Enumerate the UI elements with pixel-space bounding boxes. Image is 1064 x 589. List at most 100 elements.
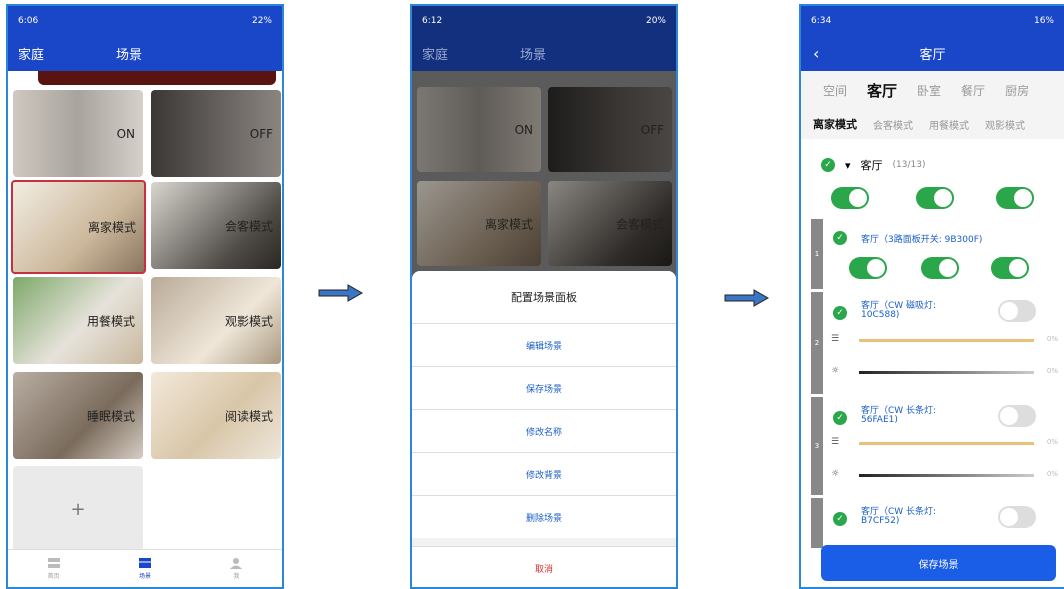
- check-icon[interactable]: ✓: [833, 306, 847, 320]
- color-temp-slider[interactable]: [859, 474, 1034, 477]
- caret-down-icon[interactable]: ▾: [845, 159, 851, 172]
- delete-scene-button[interactable]: 删除场景: [412, 495, 676, 538]
- scene-tile-away: 离家模式: [417, 181, 541, 266]
- app-bar: ‹ 客厅: [801, 35, 1064, 71]
- nav-scene[interactable]: 场景: [99, 550, 190, 587]
- device-row: ✓ 客厅（CW 长条灯: B7CF52): [811, 498, 1064, 548]
- scene-icon: [138, 558, 151, 568]
- brightness-slider[interactable]: [859, 442, 1034, 445]
- device-toggle-1[interactable]: [849, 257, 887, 279]
- brightness-value: 0%: [1046, 335, 1058, 343]
- brightness-slider[interactable]: [859, 339, 1034, 342]
- scene-tile-on[interactable]: ON: [13, 90, 143, 177]
- app-bar: 家庭 场景: [8, 35, 282, 71]
- mode-dining[interactable]: 用餐模式: [929, 117, 969, 132]
- scene-tile-sleep[interactable]: 睡眠模式: [13, 372, 143, 459]
- mode-guest[interactable]: 会客模式: [873, 117, 913, 132]
- sun-icon: ☼: [831, 366, 840, 376]
- device-index: [811, 498, 823, 548]
- scene-tile-guest: 会客模式: [548, 181, 672, 266]
- battery-text: 20%: [645, 15, 666, 26]
- scene-tile-movie[interactable]: 观影模式: [151, 277, 281, 364]
- mode-away[interactable]: 离家模式: [813, 116, 857, 132]
- scene-tile-off: OFF: [548, 87, 672, 172]
- sun-icon: ☼: [831, 469, 840, 479]
- status-bar: 6:34 16%: [801, 6, 1064, 35]
- scene-label: 离家模式: [484, 217, 533, 231]
- device-toggle[interactable]: [998, 405, 1036, 427]
- scene-tile-off[interactable]: OFF: [151, 90, 281, 177]
- rename-button[interactable]: 修改名称: [412, 409, 676, 452]
- bottom-nav: 首页 场景 我: [8, 549, 282, 587]
- plus-icon: +: [70, 499, 86, 520]
- color-temp-value: 0%: [1046, 367, 1058, 375]
- page-title: 场景: [520, 47, 547, 63]
- scene-label: 睡眠模式: [86, 409, 135, 423]
- brightness-icon: ☰: [831, 437, 840, 447]
- change-background-button[interactable]: 修改背景: [412, 452, 676, 495]
- color-temp-slider[interactable]: [859, 371, 1034, 374]
- check-icon[interactable]: ✓: [833, 231, 847, 245]
- device-row: 3 ✓ 客厅（CW 长条灯: 56FAE1) ☰ 0% ☼ 0%: [811, 397, 1064, 495]
- tab-space[interactable]: 空间: [823, 82, 847, 99]
- scene-label: OFF: [640, 122, 664, 137]
- status-time: 6:12: [422, 15, 443, 26]
- device-id: B7CF52): [861, 516, 900, 526]
- add-scene-button[interactable]: +: [13, 466, 143, 553]
- scene-label: 阅读模式: [224, 409, 273, 423]
- scene-label: 会客模式: [615, 217, 664, 231]
- nav-label: 首页: [47, 573, 60, 580]
- tab-kitchen[interactable]: 厨房: [1005, 82, 1029, 99]
- scene-label: ON: [116, 126, 135, 141]
- action-sheet: 配置场景面板 编辑场景 保存场景 修改名称 修改背景 删除场景 取消: [412, 271, 676, 587]
- mode-tabs: 离家模式 会客模式 用餐模式 观影模式: [801, 109, 1064, 139]
- edit-scene-button[interactable]: 编辑场景: [412, 323, 676, 366]
- device-toggle[interactable]: [998, 300, 1036, 322]
- scene-label: 用餐模式: [86, 314, 135, 328]
- cancel-button[interactable]: 取消: [412, 546, 676, 587]
- group-toggle-1[interactable]: [831, 187, 869, 209]
- check-icon[interactable]: ✓: [821, 158, 835, 172]
- status-bar: 6:06 22%: [8, 6, 282, 35]
- color-temp-value: 0%: [1046, 470, 1058, 478]
- brightness-value: 0%: [1046, 438, 1058, 446]
- scene-label: OFF: [249, 126, 273, 141]
- arrow-right-icon: [318, 284, 364, 302]
- device-row: 2 ✓ 客厅（CW 磁吸灯: 10C588) ☰ 0% ☼ 0%: [811, 292, 1064, 394]
- tab-living-room[interactable]: 客厅: [867, 80, 897, 101]
- device-toggle-3[interactable]: [991, 257, 1029, 279]
- check-icon[interactable]: ✓: [833, 512, 847, 526]
- app-bar: 家庭 场景: [412, 35, 676, 71]
- phone-scene-config: 6:12 20% 家庭 场景 ON OFF 离家模式 会客模式 配置场景面板 编…: [410, 4, 678, 589]
- scene-label: 离家模式: [87, 220, 136, 235]
- device-toggle[interactable]: [998, 506, 1036, 528]
- mode-movie[interactable]: 观影模式: [985, 117, 1025, 132]
- device-index: 1: [811, 219, 823, 289]
- page-title: 场景: [116, 47, 143, 63]
- top-banner-image: [38, 71, 276, 85]
- check-icon[interactable]: ✓: [833, 411, 847, 425]
- nav-label: 场景: [138, 573, 151, 580]
- scene-tile-guest[interactable]: 会客模式: [151, 182, 281, 269]
- phone-scene-list: 6:06 22% 家庭 场景 ON OFF 离家模式 会客模式 用餐模式 观影模…: [6, 4, 284, 589]
- group-toggle-3[interactable]: [996, 187, 1034, 209]
- device-id: 56FAE1): [861, 415, 898, 425]
- back-icon[interactable]: ‹: [813, 44, 819, 63]
- device-toggle-2[interactable]: [921, 257, 959, 279]
- device-name: 客厅（3路面板开关: 9B300F): [861, 235, 983, 245]
- scene-tile-away[interactable]: 离家模式: [11, 180, 146, 274]
- user-icon: [230, 558, 243, 569]
- nav-me[interactable]: 我: [191, 550, 282, 587]
- nav-home[interactable]: 首页: [8, 550, 99, 587]
- tab-dining[interactable]: 餐厅: [961, 82, 985, 99]
- group-toggle-2[interactable]: [916, 187, 954, 209]
- scene-tile-reading[interactable]: 阅读模式: [151, 372, 281, 459]
- device-index: 3: [811, 397, 823, 495]
- scene-tile-dining[interactable]: 用餐模式: [13, 277, 143, 364]
- scene-label: ON: [514, 122, 533, 137]
- home-title[interactable]: 家庭: [18, 44, 44, 63]
- save-scene-button[interactable]: 保存场景: [821, 545, 1056, 581]
- tab-bedroom[interactable]: 卧室: [917, 82, 941, 99]
- status-time: 6:34: [811, 15, 832, 26]
- save-scene-button[interactable]: 保存场景: [412, 366, 676, 409]
